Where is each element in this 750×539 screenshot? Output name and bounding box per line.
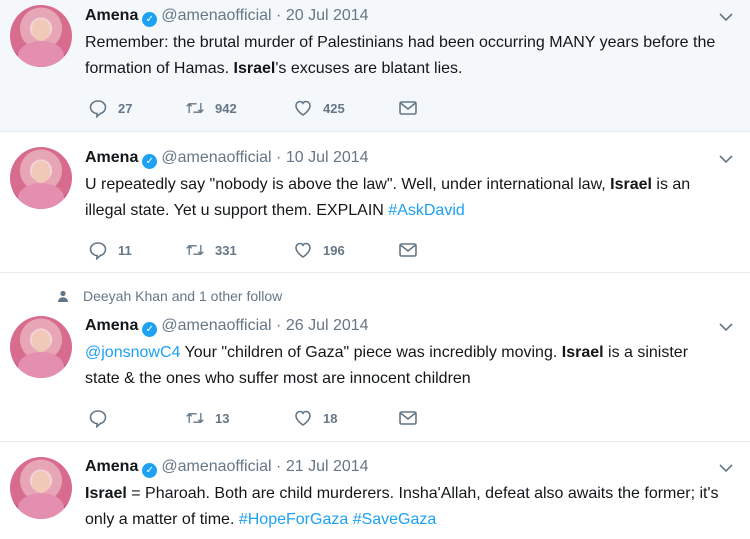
author-handle[interactable]: @amenaofficial [161,7,271,24]
avatar[interactable] [10,316,72,378]
author-name[interactable]: Amena [85,149,138,166]
separator: · [276,458,282,475]
chevron-down-icon[interactable] [718,460,734,476]
hashtag-link[interactable]: #SaveGaza [353,511,437,528]
tweet-text: U repeatedly say "nobody is above the la… [85,172,725,224]
envelope-icon [399,243,417,257]
like-button[interactable]: 425 [293,98,345,118]
tweet-text: Remember: the brutal murder of Palestini… [85,30,725,82]
separator: · [276,149,282,166]
highlighted-keyword: Israel [85,485,127,502]
avatar[interactable] [10,5,72,67]
verified-badge-icon: ✓ [142,463,158,478]
hashtag-link[interactable]: #AskDavid [388,202,464,219]
tweet-header: Amena ✓ @amenaofficial · 20 Jul 2014 [85,6,369,27]
mention-link[interactable]: @jonsnowC4 [85,344,180,361]
author-name[interactable]: Amena [85,458,138,475]
like-button[interactable]: 18 [293,408,337,428]
tweet[interactable]: Deeyah Khan and 1 other follow Amena ✓ @am… [0,273,750,442]
reply-button[interactable] [88,408,108,428]
like-count: 425 [323,100,345,116]
tweet-feed: Amena ✓ @amenaofficial · 20 Jul 2014 Remem… [0,0,750,539]
person-icon [58,290,68,302]
tweet-header: Amena ✓ @amenaofficial · 10 Jul 2014 [85,148,369,169]
social-context[interactable]: Deeyah Khan and 1 other follow [57,287,282,305]
tweet-text: Israel = Pharoah. Both are child murdere… [85,481,725,533]
envelope-icon [399,101,417,115]
highlighted-keyword: Israel [610,176,652,193]
retweet-count: 331 [215,242,237,258]
like-count: 196 [323,242,345,258]
heart-icon [295,410,311,426]
reply-icon [89,100,107,118]
retweet-button[interactable]: 13 [185,408,229,428]
reply-icon [89,410,107,428]
author-handle[interactable]: @amenaofficial [161,458,271,475]
dm-button[interactable] [398,408,418,428]
tweet[interactable]: Amena ✓ @amenaofficial · 10 Jul 2014 U rep… [0,132,750,273]
tweet[interactable]: Amena ✓ @amenaofficial · 21 Jul 2014 Israe… [0,442,750,539]
chevron-down-icon[interactable] [718,319,734,335]
verified-badge-icon: ✓ [142,12,158,27]
tweet-date[interactable]: 26 Jul 2014 [286,317,369,334]
reply-button[interactable]: 27 [88,98,132,118]
author-handle[interactable]: @amenaofficial [161,149,271,166]
author-name[interactable]: Amena [85,7,138,24]
reply-count: 11 [118,242,132,258]
like-button[interactable]: 196 [293,240,345,260]
like-count: 18 [323,410,338,426]
retweet-icon [186,102,204,114]
tweet-text-segment: 's excuses are blatant lies. [275,60,463,77]
separator: · [276,317,282,334]
tweet-text: @jonsnowC4 Your "children of Gaza" piece… [85,340,725,392]
author-handle[interactable]: @amenaofficial [161,317,271,334]
hashtag-link[interactable]: #HopeForGaza [239,511,348,528]
reply-icon [89,242,107,260]
highlighted-keyword: Israel [233,60,276,77]
tweet-date[interactable]: 10 Jul 2014 [286,149,369,166]
tweet-text-segment: U repeatedly say "nobody is above the la… [85,176,611,193]
dm-button[interactable] [398,98,418,118]
avatar[interactable] [10,147,72,209]
chevron-down-icon[interactable] [718,9,734,25]
retweet-button[interactable]: 331 [185,240,237,260]
highlighted-keyword: Israel [561,344,604,361]
tweet-date[interactable]: 21 Jul 2014 [286,458,369,475]
avatar[interactable] [10,457,72,519]
tweet-date[interactable]: 20 Jul 2014 [286,7,369,24]
tweet-header: Amena ✓ @amenaofficial · 26 Jul 2014 [85,316,369,337]
author-name[interactable]: Amena [85,317,138,334]
reply-count: 27 [118,100,133,116]
dm-button[interactable] [398,240,418,260]
separator: · [276,7,282,24]
verified-badge-icon: ✓ [142,322,158,337]
tweet-text-segment: Your "children of Gaza" piece was incred… [180,344,562,361]
envelope-icon [399,411,417,425]
social-context-text: Deeyah Khan and 1 other follow [83,288,283,304]
tweet-header: Amena ✓ @amenaofficial · 21 Jul 2014 [85,457,369,478]
chevron-down-icon[interactable] [718,151,734,167]
reply-button[interactable]: 11 [88,240,132,260]
verified-badge-icon: ✓ [142,154,158,169]
retweet-icon [186,412,204,424]
retweet-icon [186,244,204,256]
tweet[interactable]: Amena ✓ @amenaofficial · 20 Jul 2014 Remem… [0,0,750,132]
retweet-count: 942 [215,100,237,116]
retweet-button[interactable]: 942 [185,98,237,118]
heart-icon [295,242,311,258]
retweet-count: 13 [215,410,230,426]
heart-icon [295,100,311,116]
